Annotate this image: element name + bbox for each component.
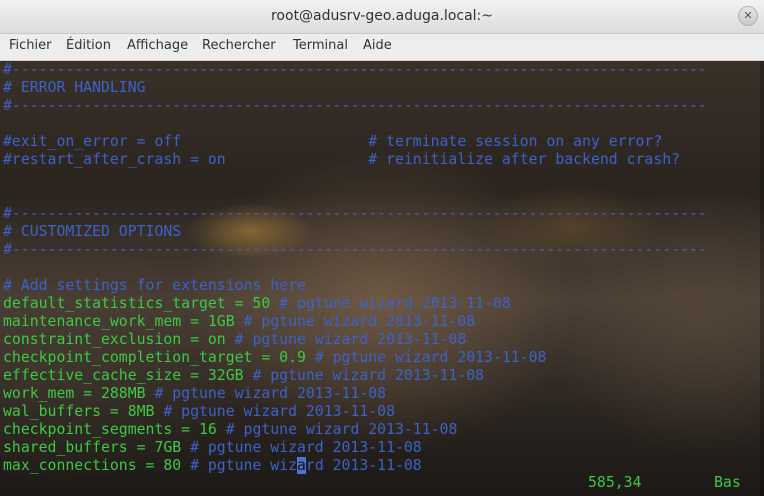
scroll-position: Bas bbox=[714, 474, 741, 491]
setting-code: checkpoint_segments = 16 bbox=[3, 421, 217, 438]
terminal-line: #---------------------------------------… bbox=[3, 97, 707, 114]
terminal-line: #exit_on_error = off # terminate session… bbox=[3, 133, 663, 150]
menu-terminal[interactable]: Terminal bbox=[293, 38, 348, 53]
setting-comment: # pgtune wizard 2013-11-08 bbox=[270, 295, 511, 312]
setting-code: max_connections = 80 bbox=[3, 457, 182, 474]
setting-code: work_mem = 288MB bbox=[3, 385, 146, 402]
config-line: effective_cache_size = 32GB # pgtune wiz… bbox=[3, 367, 484, 385]
close-button[interactable]: ✕ bbox=[738, 6, 758, 26]
terminal-line: # ERROR HANDLING bbox=[3, 79, 146, 96]
setting-code: effective_cache_size = 32GB bbox=[3, 367, 244, 384]
cursor-position: 585,34 bbox=[588, 474, 642, 491]
terminal-line: # Add settings for extensions here bbox=[3, 277, 306, 294]
scrollbar[interactable] bbox=[760, 61, 764, 496]
setting-comment: # pgtune wizard 2013-11-08 bbox=[216, 421, 458, 438]
setting-code: default_statistics_target = 50 bbox=[3, 295, 271, 312]
config-line: wal_buffers = 8MB # pgtune wizard 2013-1… bbox=[3, 403, 395, 421]
config-line: checkpoint_segments = 16 # pgtune wizard… bbox=[3, 421, 457, 439]
terminal-line: #---------------------------------------… bbox=[3, 61, 707, 78]
text-cursor: a bbox=[296, 457, 306, 474]
config-line: default_statistics_target = 50 # pgtune … bbox=[3, 295, 511, 313]
setting-code: constraint_exclusion = on bbox=[3, 331, 226, 348]
close-icon: ✕ bbox=[743, 9, 753, 22]
terminal-line: #restart_after_crash = on # reinitialize… bbox=[3, 151, 681, 168]
terminal-line: # CUSTOMIZED OPTIONS bbox=[3, 223, 182, 240]
terminal-area[interactable]: #---------------------------------------… bbox=[0, 61, 764, 496]
config-line: constraint_exclusion = on # pgtune wizar… bbox=[3, 331, 466, 349]
menu-edition[interactable]: Édition bbox=[66, 38, 111, 53]
setting-comment: # pgtune wizard 2013-11-08 bbox=[145, 385, 387, 402]
setting-comment: # pgtune wizard 2013-11-08 bbox=[225, 331, 467, 348]
setting-code: maintenance_work_mem = 1GB bbox=[3, 313, 235, 330]
menu-rechercher[interactable]: Rechercher bbox=[202, 38, 276, 53]
setting-comment: # pgtune wizard 2013-11-08 bbox=[234, 313, 476, 330]
setting-comment: # pgtune wizard 2013-11-08 bbox=[305, 349, 547, 366]
config-line: maintenance_work_mem = 1GB # pgtune wiza… bbox=[3, 313, 475, 331]
setting-comment: # pgtune wizard 2013-11-08 bbox=[181, 439, 422, 456]
setting-comment: # pgtune wizard 2013-11-08 bbox=[154, 403, 395, 420]
setting-comment: # pgtune wizard 2013-11-08 bbox=[243, 367, 485, 384]
setting-comment: rd 2013-11-08 bbox=[305, 457, 422, 474]
window-title: root@adusrv-geo.aduga.local:~ bbox=[270, 8, 493, 24]
menu-affichage[interactable]: Affichage bbox=[127, 38, 188, 53]
title-bar[interactable]: root@adusrv-geo.aduga.local:~ ✕ bbox=[0, 0, 764, 34]
menu-bar: Fichier Édition Affichage Rechercher Ter… bbox=[0, 34, 764, 61]
menu-aide[interactable]: Aide bbox=[363, 38, 392, 53]
setting-code: checkpoint_completion_target = 0.9 bbox=[3, 349, 306, 366]
setting-code: wal_buffers = 8MB bbox=[3, 403, 155, 420]
menu-fichier[interactable]: Fichier bbox=[9, 38, 52, 53]
config-line: max_connections = 80 # pgtune wizard 201… bbox=[3, 457, 422, 475]
config-line: shared_buffers = 7GB # pgtune wizard 201… bbox=[3, 439, 422, 457]
terminal-line: #---------------------------------------… bbox=[3, 241, 707, 258]
terminal-line: #---------------------------------------… bbox=[3, 205, 707, 222]
setting-code: shared_buffers = 7GB bbox=[3, 439, 182, 456]
config-line: work_mem = 288MB # pgtune wizard 2013-11… bbox=[3, 385, 386, 403]
setting-comment: # pgtune wiz bbox=[181, 457, 297, 474]
config-line: checkpoint_completion_target = 0.9 # pgt… bbox=[3, 349, 546, 367]
terminal-window: root@adusrv-geo.aduga.local:~ ✕ Fichier … bbox=[0, 0, 764, 496]
